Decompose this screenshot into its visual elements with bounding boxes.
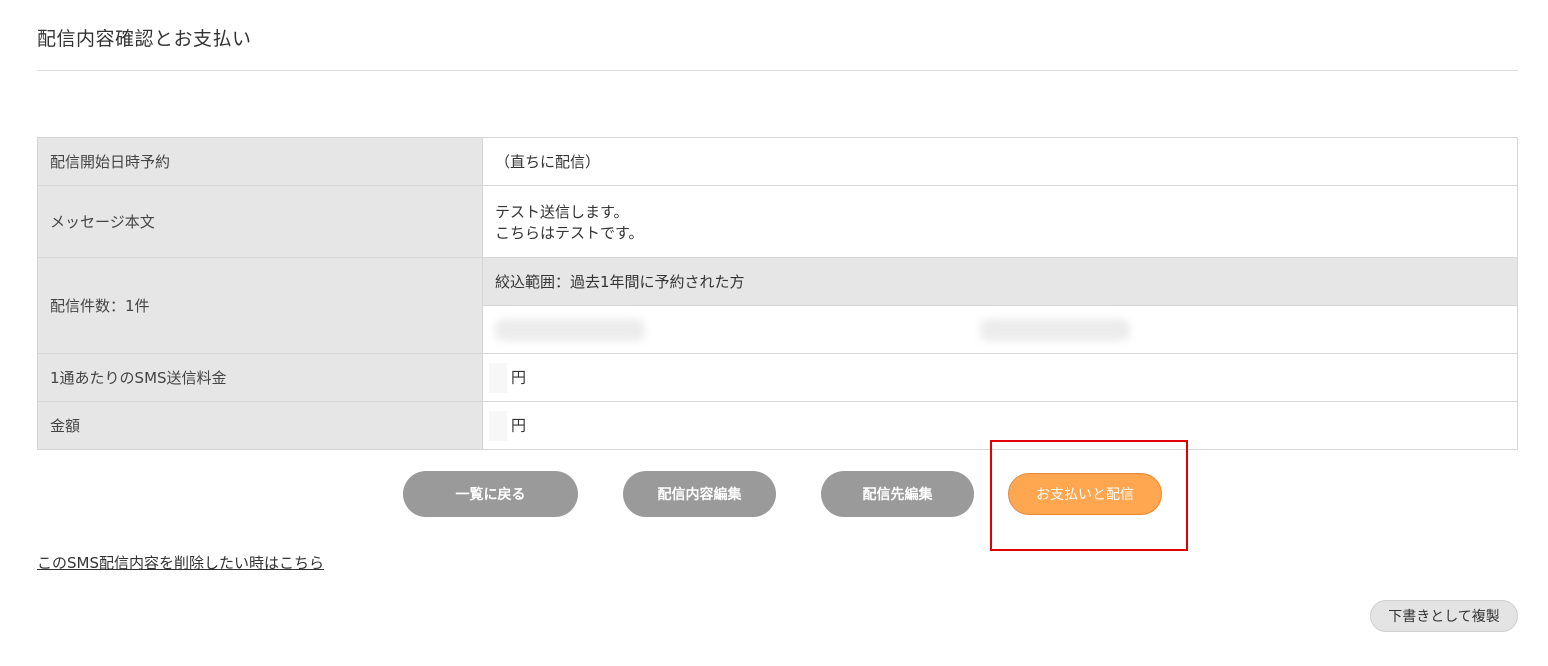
table-row-message: メッセージ本文 テスト送信します。 こちらはテストです。: [37, 185, 1518, 258]
unit-price-value: 円: [482, 353, 1518, 402]
title-divider: [37, 70, 1518, 71]
amount-label: 金額: [37, 401, 483, 450]
back-to-list-button[interactable]: 一覧に戻る: [403, 471, 578, 517]
schedule-value: （直ちに配信）: [482, 137, 1518, 186]
message-line-2: こちらはテストです。: [495, 223, 644, 242]
message-label: メッセージ本文: [37, 185, 483, 258]
page-title: 配信内容確認とお支払い: [37, 28, 252, 50]
unit-price-label: 1通あたりのSMS送信料金: [37, 353, 483, 402]
blurred-recipient-phone: [979, 318, 1130, 341]
table-row-count: 配信件数：1件 絞込範囲：過去1年間に予約された方: [37, 257, 1518, 354]
edit-recipients-button[interactable]: 配信先編集: [821, 471, 974, 517]
masked-amount: [489, 410, 507, 441]
unit-price-suffix: 円: [511, 368, 527, 386]
table-row-unit-price: 1通あたりのSMS送信料金 円: [37, 353, 1518, 402]
table-row-amount: 金額 円: [37, 401, 1518, 450]
copy-as-draft-button[interactable]: 下書きとして複製: [1370, 600, 1518, 632]
message-value: テスト送信します。 こちらはテストです。: [482, 185, 1518, 258]
amount-suffix: 円: [511, 416, 527, 434]
highlight-annotation: [990, 440, 1188, 551]
filter-range: 絞込範囲：過去1年間に予約された方: [482, 257, 1518, 306]
masked-unit-price: [489, 362, 507, 393]
edit-content-button[interactable]: 配信内容編集: [623, 471, 776, 517]
delivery-summary-table: 配信開始日時予約 （直ちに配信） メッセージ本文 テスト送信します。 こちらはテ…: [37, 137, 1518, 450]
table-row-schedule: 配信開始日時予約 （直ちに配信）: [37, 137, 1518, 186]
blurred-recipient-name: [495, 318, 645, 341]
recipient-blurred: [482, 305, 1518, 354]
count-label: 配信件数：1件: [37, 257, 483, 354]
message-line-1: テスト送信します。: [495, 202, 629, 221]
delete-delivery-link[interactable]: このSMS配信内容を削除したい時はこちら: [37, 552, 324, 573]
schedule-label: 配信開始日時予約: [37, 137, 483, 186]
